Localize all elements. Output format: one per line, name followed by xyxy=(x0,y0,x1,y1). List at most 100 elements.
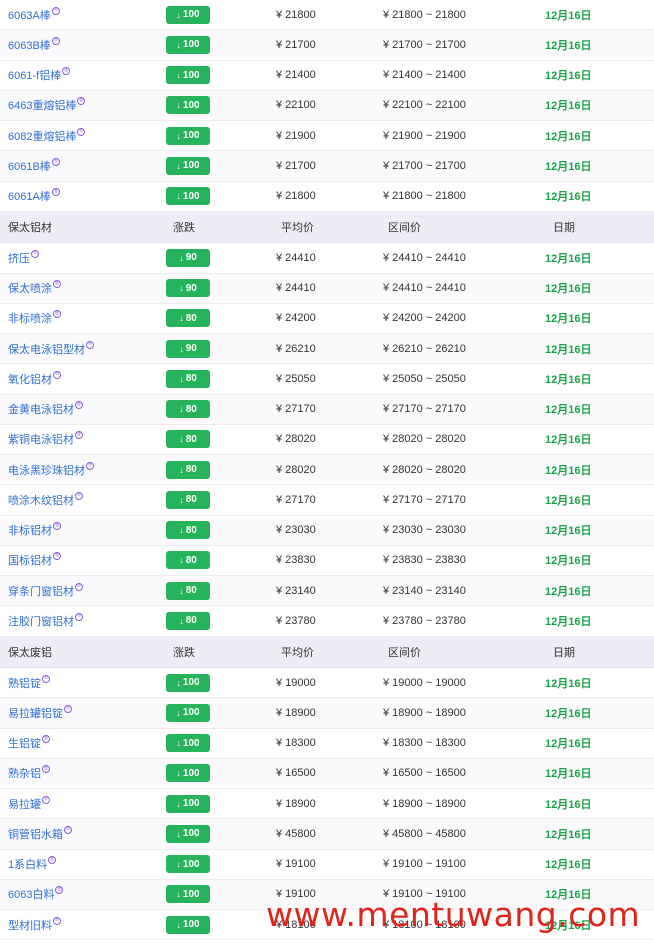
avg-price: ¥ 21800 xyxy=(276,190,316,203)
product-link[interactable]: 非标喷涂 xyxy=(8,310,52,326)
product-cell: 型材旧料 ® xyxy=(8,910,61,939)
change-badge: ↓ 100 xyxy=(166,824,210,843)
change-value: 100 xyxy=(182,39,200,51)
avg-price: ¥ 18900 xyxy=(276,797,316,810)
down-arrow-icon: ↓ xyxy=(176,889,181,900)
price-range: ¥ 23830 ~ 23830 xyxy=(383,554,466,567)
product-link[interactable]: 喷涂木纹铝材 xyxy=(8,492,74,508)
change-cell: ↓ 100 xyxy=(166,91,210,120)
product-link[interactable]: 6063白料 xyxy=(8,886,54,902)
product-link[interactable]: 熟杂铝 xyxy=(8,765,41,781)
product-link[interactable]: 6063A棒 xyxy=(8,7,51,23)
table-row: 1系白料 ® ↓ 100 ¥ 19100 ¥ 19100 ~ 19100 12月16日 xyxy=(0,849,654,880)
registered-icon: ® xyxy=(42,674,50,683)
product-link[interactable]: 电泳黑珍珠铝材 xyxy=(8,462,85,478)
price-range: ¥ 21800 ~ 21800 xyxy=(383,8,466,21)
product-link[interactable]: 保太喷涂 xyxy=(8,280,52,296)
avg-price: ¥ 25050 xyxy=(276,372,316,385)
product-link[interactable]: 6082重熔铝棒 xyxy=(8,128,76,144)
product-cell: 6063A棒 ® xyxy=(8,0,60,29)
registered-icon: ® xyxy=(53,522,61,531)
table-row: 国标铝材 ® ↓ 80 ¥ 23830 ¥ 23830 ~ 23830 12月16日 xyxy=(0,545,654,576)
product-link[interactable]: 保太电泳铝型材 xyxy=(8,341,85,357)
price-date: 12月16日 xyxy=(545,191,592,204)
price-range: ¥ 24410 ~ 24410 xyxy=(383,251,466,264)
change-badge: ↓ 80 xyxy=(166,309,210,328)
price-range: ¥ 26210 ~ 26210 xyxy=(383,342,466,355)
product-link[interactable]: 紫铜电泳铝材 xyxy=(8,431,74,447)
price-date: 12月16日 xyxy=(545,373,592,386)
registered-icon: ® xyxy=(53,370,61,379)
change-value: 90 xyxy=(185,252,197,264)
avg-price: ¥ 19100 xyxy=(276,858,316,871)
product-link[interactable]: 6061A棒 xyxy=(8,188,51,204)
product-link[interactable]: 金黄电泳铝材 xyxy=(8,401,74,417)
price-range: ¥ 18900 ~ 18900 xyxy=(383,797,466,810)
product-link[interactable]: 6463重熔铝棒 xyxy=(8,97,76,113)
product-link[interactable]: 6061-f铝棒 xyxy=(8,67,61,83)
table-row: 6082重熔铝棒 ® ↓ 100 ¥ 21900 ¥ 21900 ~ 21900 12月16… xyxy=(0,121,654,152)
product-link[interactable]: 国标铝材 xyxy=(8,552,52,568)
change-cell: ↓ 80 xyxy=(166,364,210,393)
product-cell: 电泳黑珍珠铝材 ® xyxy=(8,455,94,484)
down-arrow-icon: ↓ xyxy=(176,130,181,141)
avg-price: ¥ 21900 xyxy=(276,129,316,142)
avg-price: ¥ 19000 xyxy=(276,676,316,689)
product-link[interactable]: 穿条门窗铝材 xyxy=(8,583,74,599)
down-arrow-icon: ↓ xyxy=(179,464,184,475)
avg-price: ¥ 21400 xyxy=(276,69,316,82)
product-link[interactable]: 注胶门窗铝材 xyxy=(8,613,74,629)
down-arrow-icon: ↓ xyxy=(176,919,181,930)
avg-price: ¥ 23140 xyxy=(276,584,316,597)
change-value: 80 xyxy=(185,373,197,385)
product-link[interactable]: 型材旧料 xyxy=(8,917,52,933)
registered-icon: ® xyxy=(31,249,39,258)
site-watermark: www.mentuwang.com xyxy=(266,895,641,934)
avg-price: ¥ 24200 xyxy=(276,312,316,325)
change-badge: ↓ 100 xyxy=(166,187,210,206)
avg-price: ¥ 16500 xyxy=(276,767,316,780)
price-range: ¥ 27170 ~ 27170 xyxy=(383,493,466,506)
product-link[interactable]: 6063B棒 xyxy=(8,37,51,53)
change-badge: ↓ 100 xyxy=(166,156,210,175)
price-date: 12月16日 xyxy=(545,828,592,841)
table-row: 熟杂铝 ® ↓ 100 ¥ 16500 ¥ 16500 ~ 16500 12月16日 xyxy=(0,758,654,789)
product-link[interactable]: 生铝锭 xyxy=(8,735,41,751)
change-badge: ↓ 100 xyxy=(166,915,210,934)
product-link[interactable]: 熟铝锭 xyxy=(8,675,41,691)
product-link[interactable]: 易拉罐 xyxy=(8,796,41,812)
product-cell: 6063白料 ® xyxy=(8,880,64,909)
registered-icon: ® xyxy=(64,825,72,834)
product-link[interactable]: 铜管铝水箱 xyxy=(8,826,63,842)
change-value: 100 xyxy=(182,677,200,689)
product-cell: 铜管铝水箱 ® xyxy=(8,819,72,848)
product-cell: 6061A棒 ® xyxy=(8,182,60,211)
price-range: ¥ 27170 ~ 27170 xyxy=(383,403,466,416)
table-row: 铜管铝水箱 ® ↓ 100 ¥ 45800 ¥ 45800 ~ 45800 12月16日 xyxy=(0,819,654,850)
change-cell: ↓ 80 xyxy=(166,455,210,484)
price-range: ¥ 18900 ~ 18900 xyxy=(383,706,466,719)
down-arrow-icon: ↓ xyxy=(179,434,184,445)
change-cell: ↓ 100 xyxy=(166,698,210,727)
product-link[interactable]: 挤压 xyxy=(8,250,30,266)
change-badge: ↓ 100 xyxy=(166,126,210,145)
product-link[interactable]: 6061B棒 xyxy=(8,158,51,174)
product-link[interactable]: 非标铝材 xyxy=(8,522,52,538)
change-badge: ↓ 100 xyxy=(166,673,210,692)
change-cell: ↓ 100 xyxy=(166,0,210,29)
table-row: 6463重熔铝棒 ® ↓ 100 ¥ 22100 ¥ 22100 ~ 22100 12月16… xyxy=(0,90,654,121)
product-link[interactable]: 易拉罐铝锭 xyxy=(8,705,63,721)
product-link[interactable]: 氧化铝材 xyxy=(8,371,52,387)
product-cell: 6082重熔铝棒 ® xyxy=(8,121,86,150)
change-value: 100 xyxy=(182,130,200,142)
down-arrow-icon: ↓ xyxy=(176,828,181,839)
table-row: 注胶门窗铝材 ® ↓ 80 ¥ 23780 ¥ 23780 ~ 23780 12月16日 xyxy=(0,606,654,637)
product-link[interactable]: 1系白料 xyxy=(8,856,47,872)
down-arrow-icon: ↓ xyxy=(176,768,181,779)
change-cell: ↓ 80 xyxy=(166,546,210,575)
registered-icon: ® xyxy=(86,461,94,470)
avg-price: ¥ 22100 xyxy=(276,99,316,112)
change-cell: ↓ 100 xyxy=(166,151,210,180)
change-badge: ↓ 90 xyxy=(166,248,210,267)
price-date: 12月16日 xyxy=(545,283,592,296)
